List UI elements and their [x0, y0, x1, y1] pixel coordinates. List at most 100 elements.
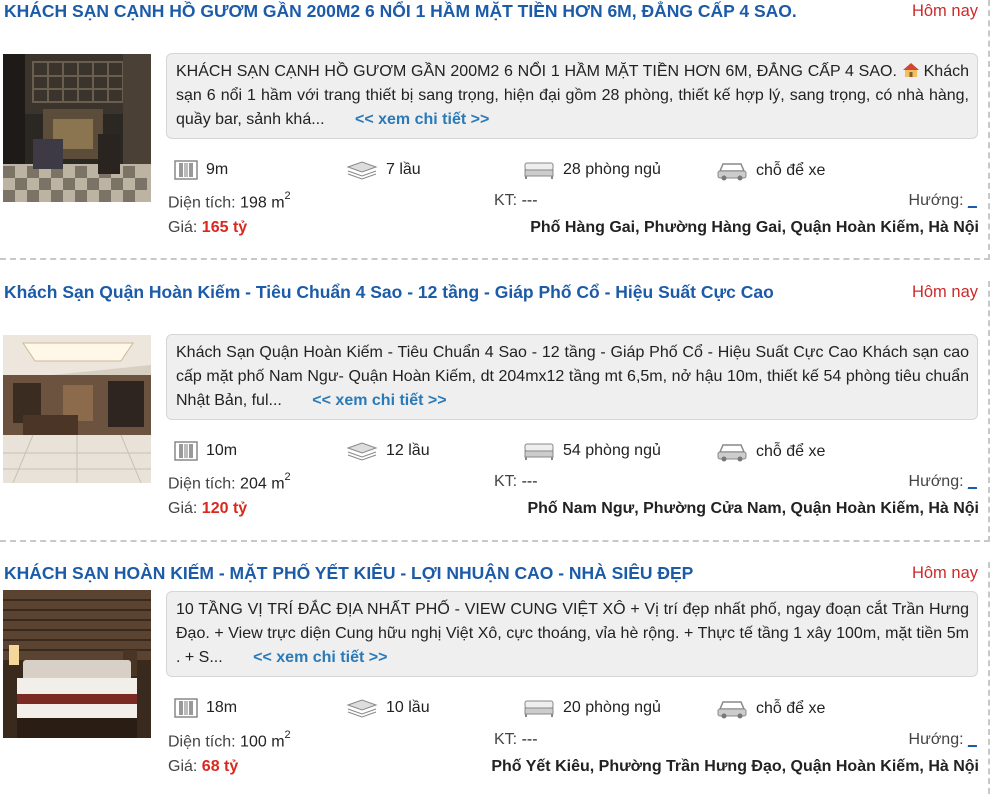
area-unit-sup: 2	[284, 190, 291, 202]
listing-card: KHÁCH SẠN HOÀN KIẾM - MẶT PHỐ YẾT KIÊU -…	[0, 562, 990, 794]
area-label: Diện tích:	[168, 194, 236, 212]
bedrooms-value: 54 phòng ngủ	[563, 442, 661, 459]
price-value: 120 tỷ	[201, 500, 248, 517]
area-field: Diện tích: 198 m2	[168, 190, 291, 212]
price-label: Giá:	[168, 500, 198, 517]
post-date: Hôm nay	[911, 283, 978, 301]
area-field: Diện tích: 204 m2	[168, 471, 291, 493]
floors-value: 12 lầu	[386, 442, 430, 459]
kt-field: KT: ---	[494, 192, 538, 210]
kt-label: KT:	[494, 731, 518, 748]
direction-field: Hướng: _	[909, 731, 978, 749]
price-value: 165 tỷ	[201, 219, 248, 236]
floors-value: 7 lầu	[386, 161, 421, 178]
frontage-value: 18m	[206, 699, 238, 716]
address: Phố Yết Kiêu, Phường Trần Hưng Đạo, Quận…	[491, 758, 979, 775]
price-field: Giá: 120 tỷ	[168, 500, 247, 518]
car-icon	[717, 444, 747, 462]
kt-value: ---	[521, 731, 538, 748]
listing-description: Khách Sạn Quận Hoàn Kiếm - Tiêu Chuẩn 4 …	[166, 334, 978, 420]
listing-card: Khách Sạn Quận Hoàn Kiếm - Tiêu Chuẩn 4 …	[0, 281, 990, 542]
address: Phố Nam Ngư, Phường Cửa Nam, Quận Hoàn K…	[527, 500, 979, 517]
description-text: Khách Sạn Quận Hoàn Kiếm - Tiêu Chuẩn 4 …	[176, 344, 969, 409]
price-field: Giá: 68 tỷ	[168, 758, 238, 776]
listing-card: KHÁCH SẠN CẠNH HỒ GƯƠM GẦN 200M2 6 NỔI 1…	[0, 0, 990, 260]
car-icon	[717, 701, 747, 719]
listing-title[interactable]: Khách Sạn Quận Hoàn Kiếm - Tiêu Chuẩn 4 …	[4, 281, 816, 304]
kt-value: ---	[521, 192, 538, 209]
direction-field: Hướng: _	[909, 192, 978, 210]
listing-description: KHÁCH SẠN CẠNH HỒ GƯƠM GẦN 200M2 6 NỔI 1…	[166, 53, 978, 139]
bedrooms-attr: 54 phòng ngủ	[523, 441, 661, 461]
kt-value: ---	[521, 473, 538, 490]
listing-description: 10 TẦNG VỊ TRÍ ĐẮC ĐỊA NHẤT PHỐ - VIEW C…	[166, 591, 978, 677]
frontage-icon	[174, 441, 198, 461]
listing-title[interactable]: KHÁCH SẠN CẠNH HỒ GƯƠM GẦN 200M2 6 NỔI 1…	[4, 0, 816, 23]
area-value: 198 m	[240, 194, 285, 212]
bedrooms-attr: 28 phòng ngủ	[523, 160, 661, 180]
view-detail-link[interactable]: << xem chi tiết >>	[312, 392, 446, 409]
frontage-value: 10m	[206, 442, 238, 459]
car-icon	[717, 163, 747, 181]
floors-attr: 10 lầu	[346, 698, 430, 718]
view-detail-link[interactable]: << xem chi tiết >>	[253, 649, 387, 666]
frontage-value: 9m	[206, 161, 229, 178]
frontage-attr: 18m	[174, 698, 237, 718]
price-label: Giá:	[168, 758, 198, 775]
price-label: Giá:	[168, 219, 198, 236]
kt-label: KT:	[494, 192, 518, 209]
parking-value: chỗ để xe	[756, 443, 826, 460]
frontage-icon	[174, 698, 198, 718]
description-text: KHÁCH SẠN CẠNH HỒ GƯƠM GẦN 200M2 6 NỔI 1…	[176, 63, 969, 128]
direction-label: Hướng:	[908, 731, 964, 748]
direction-value[interactable]: _	[968, 192, 978, 210]
floors-attr: 12 lầu	[346, 441, 430, 461]
bedroom-icon	[524, 700, 554, 717]
kt-field: KT: ---	[494, 731, 538, 749]
area-label: Diện tích:	[168, 475, 236, 493]
price-value: 68 tỷ	[201, 758, 239, 775]
card-divider	[0, 258, 990, 260]
direction-field: Hướng: _	[909, 473, 978, 491]
direction-value[interactable]: _	[968, 731, 978, 749]
bedrooms-value: 20 phòng ngủ	[563, 699, 661, 716]
house-icon	[902, 63, 919, 77]
listing-attributes: 18m 10 lầu 20 phòng ngủ chỗ để xe	[0, 698, 990, 720]
parking-attr: chỗ để xe	[716, 698, 825, 720]
floors-icon	[346, 442, 378, 461]
frontage-attr: 10m	[174, 441, 237, 461]
parking-value: chỗ để xe	[756, 162, 826, 179]
frontage-icon	[174, 160, 198, 180]
view-detail-link[interactable]: << xem chi tiết >>	[355, 111, 489, 128]
card-divider	[0, 540, 990, 542]
floors-value: 10 lầu	[386, 699, 430, 716]
address: Phố Hàng Gai, Phường Hàng Gai, Quận Hoàn…	[530, 219, 979, 236]
direction-label: Hướng:	[908, 473, 964, 490]
area-unit-sup: 2	[284, 471, 291, 483]
direction-label: Hướng:	[908, 192, 964, 209]
listing-attributes: 10m 12 lầu 54 phòng ngủ chỗ để xe	[0, 441, 990, 463]
bedrooms-attr: 20 phòng ngủ	[523, 698, 661, 718]
parking-attr: chỗ để xe	[716, 441, 825, 463]
floors-icon	[346, 699, 378, 718]
area-label: Diện tích:	[168, 733, 236, 751]
listing-title[interactable]: KHÁCH SẠN HOÀN KIẾM - MẶT PHỐ YẾT KIÊU -…	[4, 562, 816, 585]
area-value: 204 m	[240, 475, 285, 493]
area-unit-sup: 2	[284, 729, 291, 741]
frontage-attr: 9m	[174, 160, 228, 180]
post-date: Hôm nay	[911, 2, 978, 20]
listing-attributes: 9m 7 lầu 28 phòng ngủ chỗ để xe	[0, 160, 990, 182]
floors-icon	[346, 161, 378, 180]
direction-value[interactable]: _	[968, 473, 978, 491]
price-field: Giá: 165 tỷ	[168, 219, 247, 237]
bedroom-icon	[524, 162, 554, 179]
post-date: Hôm nay	[911, 564, 978, 582]
parking-attr: chỗ để xe	[716, 160, 825, 182]
floors-attr: 7 lầu	[346, 160, 421, 180]
area-value: 100 m	[240, 733, 285, 751]
kt-label: KT:	[494, 473, 518, 490]
parking-value: chỗ để xe	[756, 700, 826, 717]
bedrooms-value: 28 phòng ngủ	[563, 161, 661, 178]
bedroom-icon	[524, 443, 554, 460]
kt-field: KT: ---	[494, 473, 538, 491]
